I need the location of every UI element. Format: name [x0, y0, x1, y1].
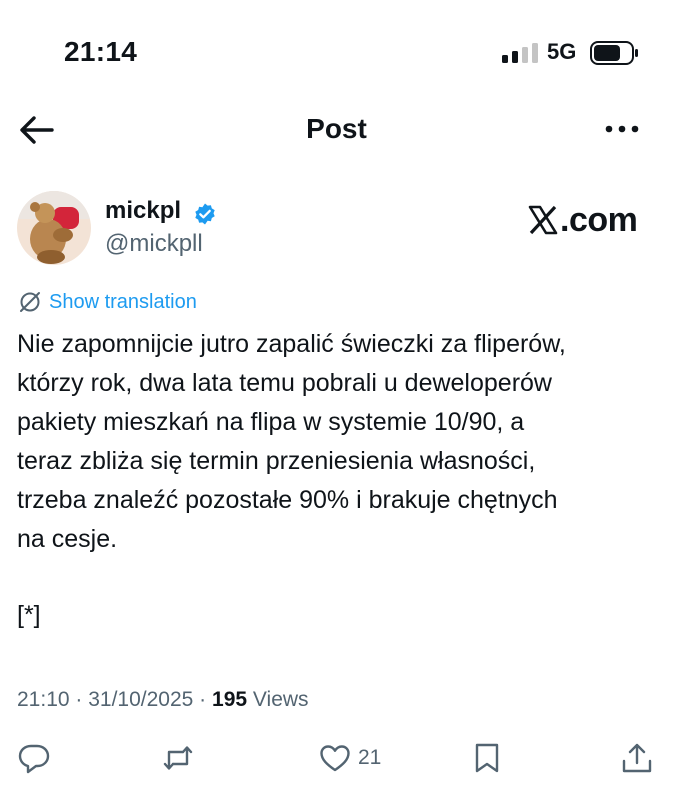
translate-icon	[20, 292, 40, 312]
action-bar: 21	[0, 735, 673, 785]
meta-separator: ·	[193, 688, 213, 711]
post-meta: 21:10 · 31/10/2025 · 195 Views	[17, 688, 309, 712]
reply-button[interactable]	[17, 741, 51, 775]
share-button[interactable]	[620, 741, 654, 775]
meta-separator: ·	[69, 688, 89, 711]
like-icon	[320, 745, 350, 772]
network-type: 5G	[547, 39, 577, 64]
show-translation-link[interactable]: Show translation	[17, 289, 197, 315]
battery-icon	[590, 41, 638, 65]
status-bar: 21:14 5G	[0, 0, 673, 100]
like-count: 21	[358, 746, 382, 769]
post-footnote: [*]	[17, 601, 41, 629]
post-date[interactable]: 31/10/2025	[88, 688, 193, 711]
bookmark-icon	[475, 743, 499, 773]
author-handle[interactable]: @mickpll	[105, 230, 203, 258]
watermark-domain: .com	[560, 200, 638, 239]
share-icon	[622, 743, 652, 773]
like-button[interactable]: 21	[318, 741, 381, 775]
author-display-name[interactable]: mickpl	[105, 197, 181, 225]
status-time: 21:14	[64, 36, 138, 67]
views-label: Views	[252, 688, 309, 711]
bookmark-button[interactable]	[470, 741, 504, 775]
watermark: .com	[528, 200, 638, 240]
top-nav: Post	[0, 105, 673, 155]
page-title: Post	[306, 113, 367, 144]
repost-button[interactable]	[161, 741, 195, 775]
verified-badge-icon	[195, 203, 215, 225]
signal-icon	[502, 43, 538, 63]
post-text: Nie zapomnijcie jutro zapalić świeczki z…	[17, 330, 566, 553]
repost-icon	[163, 746, 193, 770]
more-icon[interactable]	[603, 117, 641, 141]
avatar[interactable]	[17, 191, 91, 265]
x-logo-icon	[528, 205, 558, 235]
views-count: 195	[212, 688, 248, 711]
show-translation-label: Show translation	[49, 290, 197, 313]
reply-icon	[18, 744, 50, 774]
post-time[interactable]: 21:10	[17, 688, 70, 711]
